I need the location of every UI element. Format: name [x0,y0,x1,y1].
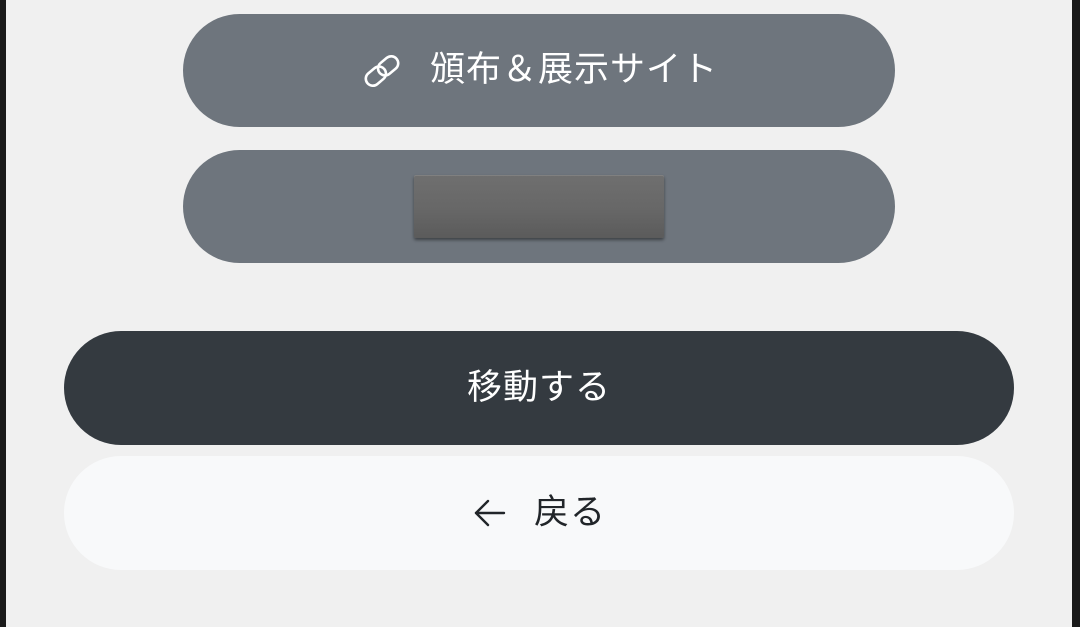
move-label: 移動する [466,367,611,408]
back-button[interactable]: 戻る [64,456,1014,570]
redacted-link-button[interactable] [183,150,895,263]
distribution-site-button[interactable]: 頒布＆展示サイト [183,14,895,127]
distribution-site-label: 頒布＆展示サイト [429,50,718,90]
move-button[interactable]: 移動する [64,331,1014,445]
link-icon [360,49,404,93]
redacted-label [414,175,664,238]
arrow-left-icon [472,495,508,531]
modal-screen: 頒布＆展示サイト 移動する 戻る [6,0,1072,627]
back-label: 戻る [533,492,606,533]
